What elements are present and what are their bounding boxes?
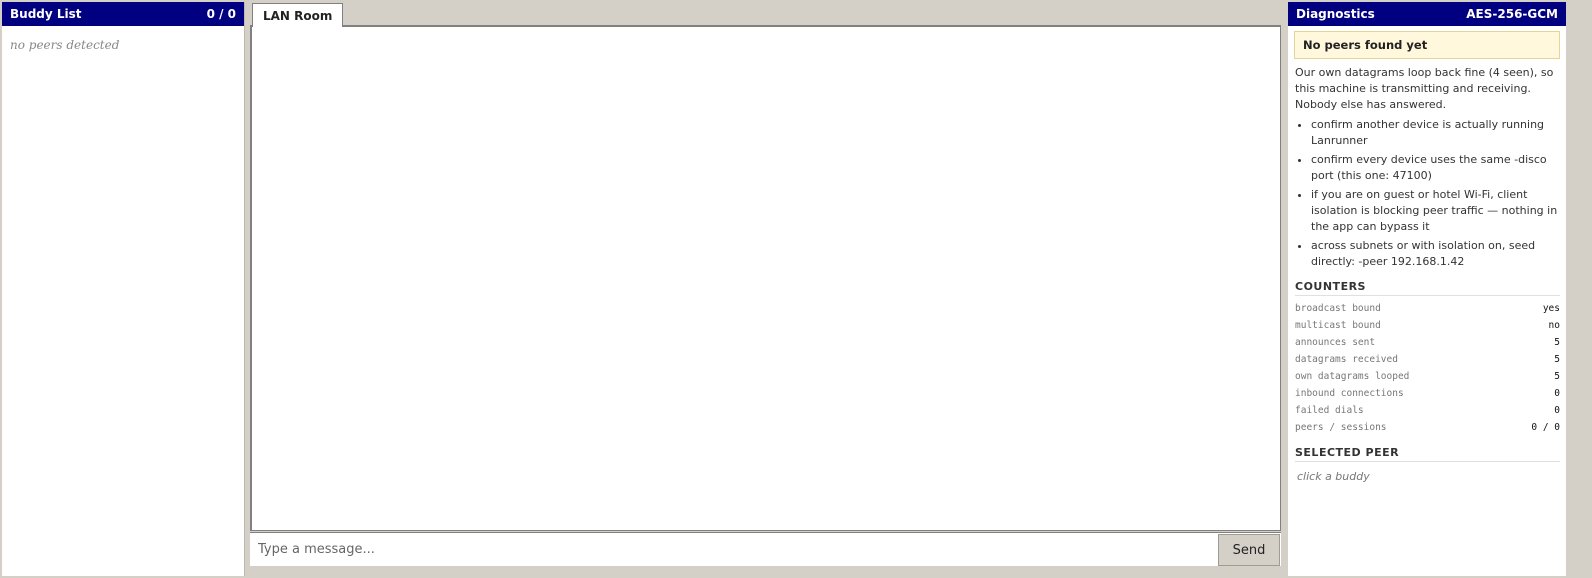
buddy-list-panel: Buddy List 0 / 0 no peers detected (2, 2, 245, 576)
buddy-count: 0 / 0 (206, 7, 236, 21)
cipher-label: AES-256-GCM (1466, 7, 1558, 21)
counter-row: multicast bound no (1295, 317, 1560, 334)
tips-list: confirm another device is actually runni… (1295, 117, 1560, 270)
diagnostics-panel: Diagnostics AES-256-GCM No peers found y… (1288, 2, 1566, 576)
counter-value: 0 (1554, 405, 1560, 416)
message-input[interactable] (250, 533, 1217, 566)
counter-value: yes (1542, 303, 1560, 314)
send-button[interactable]: Send (1218, 534, 1280, 566)
tip-item: across subnets or with isolation on, see… (1311, 238, 1560, 270)
no-peers-warning: No peers found yet (1294, 31, 1560, 59)
counter-label: multicast bound (1295, 320, 1381, 331)
tip-item: confirm another device is actually runni… (1311, 117, 1560, 149)
tab-label: LAN Room (263, 8, 333, 23)
buddy-list-title: Buddy List (10, 7, 82, 21)
counter-label: peers / sessions (1295, 422, 1387, 433)
counter-row: broadcast bound yes (1295, 300, 1560, 317)
counter-row: inbound connections 0 (1295, 385, 1560, 402)
counter-value: 0 / 0 (1531, 422, 1560, 433)
compose-bar: Send (250, 532, 1281, 566)
counter-value: 5 (1554, 354, 1560, 365)
counter-row: failed dials 0 (1295, 402, 1560, 419)
counter-label: own datagrams looped (1295, 371, 1410, 382)
diagnostics-paragraph: Our own datagrams loop back fine (4 seen… (1295, 66, 1554, 111)
tab-lan-room[interactable]: LAN Room (252, 3, 344, 27)
message-area[interactable] (250, 27, 1281, 531)
buddy-empty-text: no peers detected (10, 38, 120, 52)
buddy-list-header: Buddy List 0 / 0 (2, 2, 244, 26)
counter-row: peers / sessions 0 / 0 (1295, 419, 1560, 436)
counter-value: 5 (1554, 371, 1560, 382)
counter-value: 0 (1554, 388, 1560, 399)
counter-label: broadcast bound (1295, 303, 1381, 314)
tip-item: confirm every device uses the same -disc… (1311, 152, 1560, 184)
chat-tab-bar: LAN Room (250, 2, 1281, 27)
diagnostics-header: Diagnostics AES-256-GCM (1288, 2, 1566, 26)
counter-label: datagrams received (1295, 354, 1398, 365)
counter-row: announces sent 5 (1295, 334, 1560, 351)
counters-list: broadcast bound yes multicast bound no ann… (1295, 300, 1560, 436)
tip-item: if you are on guest or hotel Wi-Fi, clie… (1311, 187, 1560, 235)
counter-row: own datagrams looped 5 (1295, 368, 1560, 385)
counter-value: no (1548, 320, 1560, 331)
counter-row: datagrams received 5 (1295, 351, 1560, 368)
selected-peer-hint: click a buddy (1297, 470, 1370, 483)
selected-peer-title: SELECTED PEER (1295, 446, 1560, 462)
diagnostics-title: Diagnostics (1296, 7, 1375, 21)
counter-label: announces sent (1295, 337, 1376, 348)
counters-title: COUNTERS (1295, 280, 1560, 296)
counter-label: failed dials (1295, 405, 1364, 416)
counter-label: inbound connections (1295, 388, 1404, 399)
chat-panel: LAN Room Send (250, 2, 1281, 576)
counter-value: 5 (1554, 337, 1560, 348)
